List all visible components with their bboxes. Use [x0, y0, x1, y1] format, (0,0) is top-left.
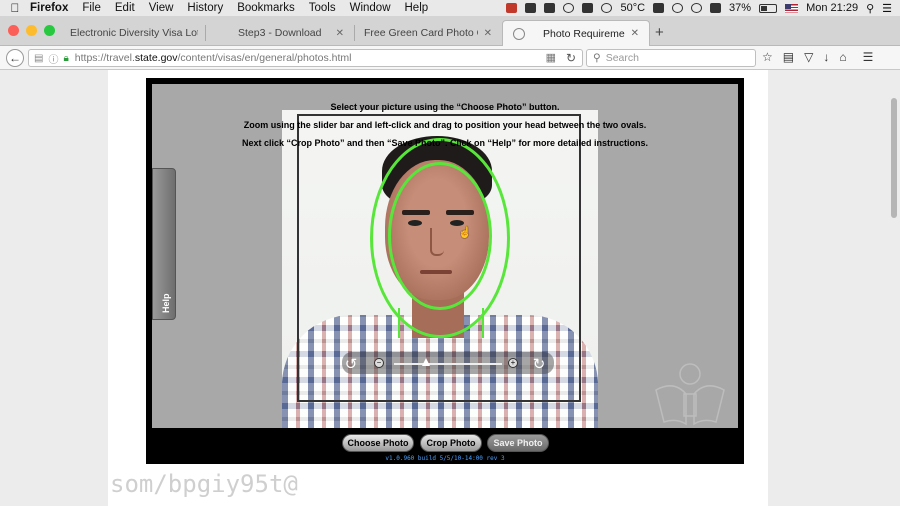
tab-label: Step3 - Download	[238, 27, 322, 39]
tab-step3-download[interactable]: Step3 - Download ✕	[206, 20, 413, 210]
search-bar[interactable]: ⚲ Search	[586, 49, 756, 67]
minimize-window-button[interactable]	[26, 25, 37, 36]
bookmark-star-icon[interactable]: ☆	[762, 50, 773, 64]
page-actions-icon[interactable]: ▤	[34, 53, 43, 64]
hamburger-menu-icon[interactable]: ☰	[863, 50, 874, 64]
help-tab[interactable]: Help	[152, 168, 176, 320]
zoom-slider[interactable]	[394, 363, 502, 365]
save-photo-button[interactable]: Save Photo	[487, 434, 549, 452]
info-icon[interactable]: ⓘ	[48, 51, 58, 66]
left-shoulder-guide	[398, 308, 400, 338]
new-tab-button[interactable]: +	[655, 24, 664, 41]
apple-icon[interactable]: 	[0, 1, 30, 15]
home-icon[interactable]: ⌂	[839, 50, 846, 64]
menu-bookmarks[interactable]: Bookmarks	[237, 2, 295, 14]
page-scrollbar[interactable]	[891, 98, 897, 218]
zoom-window-button[interactable]	[44, 25, 55, 36]
zoom-slider-thumb[interactable]	[422, 358, 431, 366]
loading-spinner-icon	[513, 27, 525, 40]
window-controls	[8, 25, 55, 36]
back-button[interactable]: ←	[6, 49, 24, 67]
instruction-line-2: Zoom using the slider bar and left-click…	[243, 120, 647, 130]
background-text: som/bpgiy95t@	[110, 470, 298, 498]
tab-label: Free Green Card Photo Checke...	[364, 27, 478, 39]
reload-icon[interactable]: ↻	[566, 51, 576, 65]
tab-strip: Electronic Diversity Visa Lottery Step3 …	[0, 16, 900, 210]
tab-photo-requirements[interactable]: Photo Requirements ✕	[502, 20, 650, 46]
time-machine-icon[interactable]	[691, 3, 703, 13]
zoom-out-icon[interactable]: −	[374, 358, 384, 368]
instruction-line-1: Select your picture using the “Choose Ph…	[330, 102, 560, 112]
temperature-readout[interactable]: 50°C	[620, 2, 645, 14]
search-icon: ⚲	[593, 52, 601, 64]
menu-edit[interactable]: Edit	[115, 2, 135, 14]
state-department-seal-icon	[655, 363, 725, 426]
menu-app-name[interactable]: Firefox	[30, 2, 68, 14]
close-tab-icon[interactable]: ✕	[336, 28, 344, 39]
right-shoulder-guide	[482, 308, 484, 338]
status-tray: 50°C 37% Mon 21:29 ⚲ ☰	[506, 0, 892, 16]
crop-photo-button[interactable]: Crop Photo	[420, 434, 482, 452]
dropbox-icon[interactable]	[544, 3, 556, 13]
url-domain: state.gov	[134, 52, 178, 64]
tab-diversity-visa[interactable]: Electronic Diversity Visa Lottery	[60, 20, 208, 46]
menu-history[interactable]: History	[187, 2, 223, 14]
tab-label: Electronic Diversity Visa Lottery	[70, 27, 198, 39]
url-path: /content/visas/en/general/photos.html	[177, 52, 352, 64]
zoom-in-icon[interactable]: +	[508, 358, 518, 368]
search-placeholder: Search	[605, 52, 639, 64]
telegram-icon[interactable]	[563, 3, 575, 13]
downloads-icon[interactable]: ↓	[823, 50, 829, 64]
menu-tools[interactable]: Tools	[309, 2, 336, 14]
close-tab-icon[interactable]: ✕	[631, 28, 639, 39]
us-flag-icon[interactable]	[785, 3, 799, 13]
notification-center-icon[interactable]: ☰	[882, 2, 892, 15]
tab-green-card-checker[interactable]: Free Green Card Photo Checke... ✕	[354, 20, 502, 46]
close-tab-icon[interactable]: ✕	[484, 28, 492, 39]
help-label: Help	[161, 293, 171, 313]
reading-list-icon[interactable]: ▤	[783, 50, 794, 64]
tab-label: Photo Requirements	[543, 27, 625, 40]
photo-tool: Select your picture using the “Choose Ph…	[146, 78, 744, 464]
toolbar-icons: ☆ ▤ ▽ ↓ ⌂ ☰	[762, 50, 873, 64]
hand-cursor-icon: ☝	[458, 227, 472, 239]
adobe-icon[interactable]	[525, 3, 537, 13]
url-prefix: https://travel.	[74, 52, 135, 64]
menu-bar:  Firefox File Edit View History Bookmar…	[0, 0, 900, 16]
rotate-left-icon[interactable]: ↺	[342, 356, 360, 374]
build-version: v1.0.960 build 5/5/10-14:00 rev 3	[385, 455, 505, 462]
instruction-line-3: Next click “Crop Photo” and then “Save P…	[241, 138, 649, 148]
circle-icon[interactable]	[601, 3, 613, 13]
volume-icon[interactable]	[710, 3, 722, 13]
page-content: som/bpgiy95t@ Select your picture using …	[0, 70, 900, 506]
menu-window[interactable]: Window	[350, 2, 391, 14]
navigation-bar: ← ▤ ⓘ 🔒︎ https://travel.state.gov/conten…	[0, 46, 900, 70]
lock-icon[interactable]: 🔒︎	[63, 53, 68, 64]
battery-percent[interactable]: 37%	[729, 2, 751, 14]
wifi-icon[interactable]	[672, 3, 684, 13]
menu-file[interactable]: File	[82, 2, 101, 14]
pocket-icon[interactable]: ▽	[804, 50, 813, 64]
display-icon[interactable]	[653, 3, 665, 13]
menu-view[interactable]: View	[149, 2, 174, 14]
photo-tool-canvas: Select your picture using the “Choose Ph…	[152, 84, 738, 428]
spotlight-icon[interactable]: ⚲	[866, 2, 874, 15]
url-text[interactable]: https://travel.state.gov/content/visas/e…	[75, 52, 352, 64]
rotate-right-icon[interactable]: ↻	[530, 356, 548, 374]
url-bar[interactable]: ▤ ⓘ 🔒︎ https://travel.state.gov/content/…	[28, 49, 583, 67]
inner-head-oval	[388, 162, 492, 310]
menu-help[interactable]: Help	[405, 2, 429, 14]
red-app-icon[interactable]	[506, 3, 518, 13]
battery-icon[interactable]	[759, 3, 778, 13]
close-window-button[interactable]	[8, 25, 19, 36]
choose-photo-button[interactable]: Choose Photo	[342, 434, 414, 452]
reader-view-icon[interactable]: ▦	[546, 51, 556, 64]
clock[interactable]: Mon 21:29	[806, 2, 858, 14]
monitor-icon[interactable]	[582, 3, 594, 13]
